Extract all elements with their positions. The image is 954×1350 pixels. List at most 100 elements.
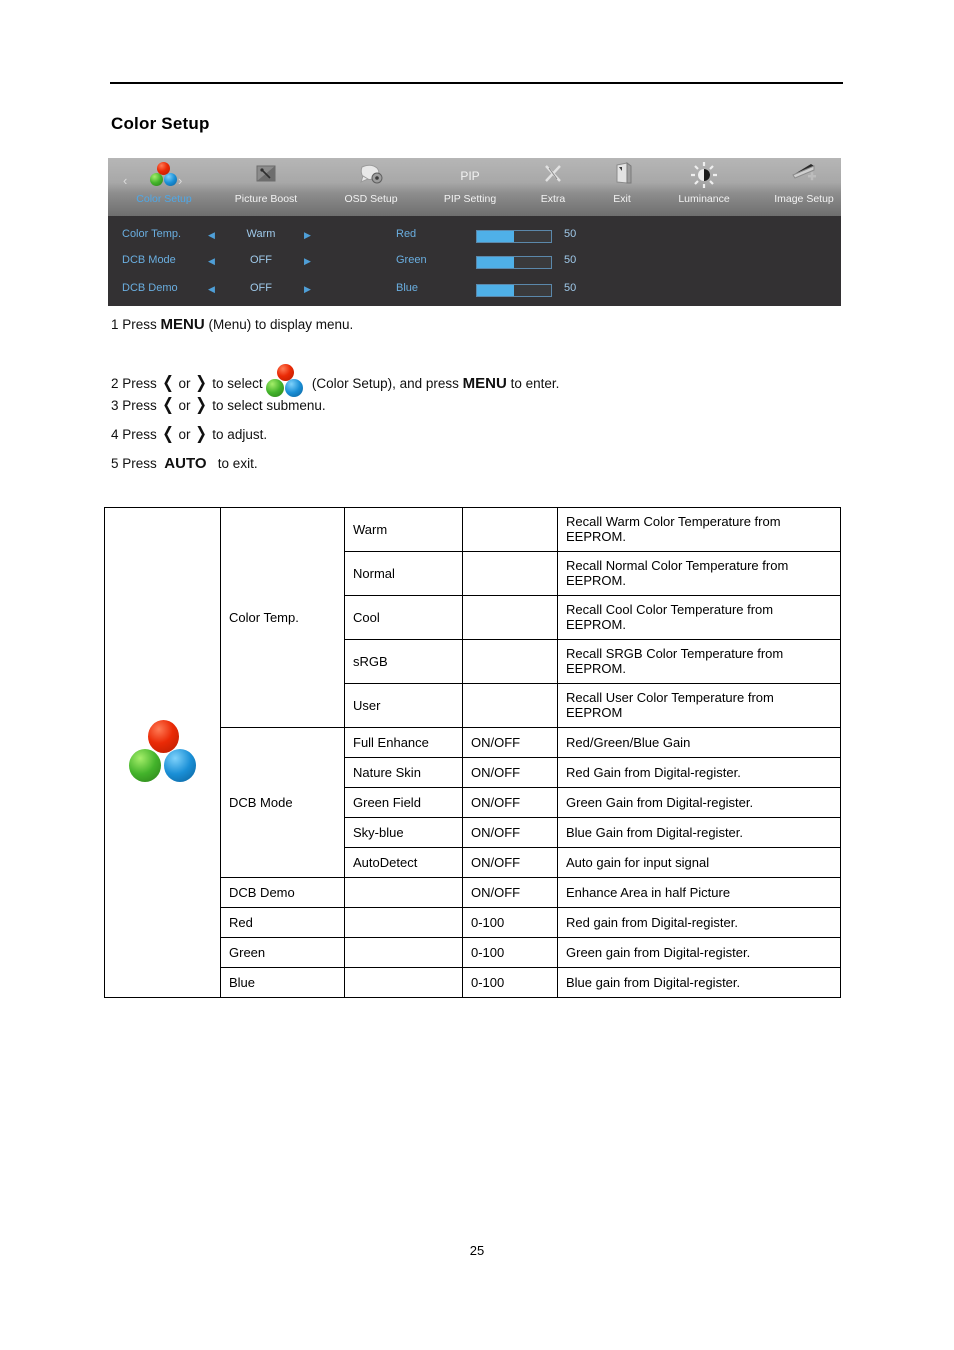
osd-tab-label: Color Setup	[136, 193, 192, 205]
table-cell-desc: Recall Warm Color Temperature from EEPRO…	[557, 507, 841, 552]
osd-slider-value-blue: 50	[564, 282, 577, 294]
osd-tab-exit[interactable]: Exit	[590, 158, 654, 216]
step3-prefix: 3 Press	[111, 398, 161, 413]
table-cell-desc: Recall Cool Color Temperature from EEPRO…	[557, 595, 841, 640]
osd-tab-label: Luminance	[678, 193, 730, 205]
instruction-step-4: 4 Press ❮ or ❯ to adjust.	[111, 426, 267, 443]
right-chevron-icon: ❯	[195, 395, 208, 415]
table-cell-range: 0-100	[462, 967, 558, 998]
table-cell-sub	[344, 907, 463, 938]
table-cell-range: ON/OFF	[462, 757, 558, 788]
osd-slider-green[interactable]	[476, 256, 552, 269]
osd-tab-extra[interactable]: Extra	[518, 158, 588, 216]
left-chevron-icon: ❮	[161, 424, 174, 444]
table-cell-desc: Blue Gain from Digital-register.	[557, 817, 841, 848]
osd-slider-red[interactable]	[476, 230, 552, 243]
header-rule	[110, 82, 843, 84]
osd-tab-label: PIP Setting	[443, 193, 497, 205]
osd-setup-icon	[326, 161, 416, 193]
osd-tab-picture-boost[interactable]: Picture Boost	[216, 158, 316, 216]
osd-row-label-blue: Blue	[396, 282, 419, 294]
left-chevron-icon: ❮	[161, 373, 174, 393]
osd-decrement-arrow-color-temp[interactable]: ◀	[208, 230, 215, 240]
color-balls-icon	[266, 364, 304, 399]
step3-rest: to select submenu.	[208, 398, 326, 413]
table-cell-desc: Red Gain from Digital-register.	[557, 757, 841, 788]
osd-tab-image-setup[interactable]: Image Setup	[754, 158, 854, 216]
table-cell-group: Color Temp.	[220, 507, 345, 728]
osd-increment-arrow-dcb-demo[interactable]: ▶	[304, 284, 311, 294]
table-row: Color Temp. Warm Recall Warm Color Tempe…	[104, 507, 841, 998]
table-cell-range: ON/OFF	[462, 727, 558, 758]
table-cell-range	[462, 507, 558, 552]
step2-key: MENU	[462, 375, 507, 392]
pip-icon-text: PIP	[460, 169, 480, 183]
osd-increment-arrow-color-temp[interactable]: ▶	[304, 230, 311, 240]
osd-decrement-arrow-dcb-demo[interactable]: ◀	[208, 284, 215, 294]
table-cell-sub	[344, 937, 463, 968]
step1-key: MENU	[160, 316, 205, 333]
table-cell-sub	[344, 877, 463, 908]
instruction-step-5: 5 Press AUTO to exit.	[111, 455, 258, 472]
step2-prefix: 2 Press	[111, 376, 161, 391]
osd-row-value-color-temp: Warm	[246, 228, 276, 240]
color-setup-spec-table: Color Temp. Warm Recall Warm Color Tempe…	[104, 507, 841, 998]
table-cell-sub: AutoDetect	[344, 847, 463, 878]
osd-row-label-red: Red	[396, 228, 417, 240]
step1-prefix: 1 Press	[111, 317, 161, 332]
step4-prefix: 4 Press	[111, 427, 161, 442]
picture-boost-icon	[216, 161, 316, 193]
color-balls-icon	[128, 720, 197, 784]
osd-tab-label: Picture Boost	[234, 193, 298, 205]
color-setup-icon-cell	[104, 507, 221, 998]
table-cell-sub: sRGB	[344, 639, 463, 684]
pip-icon: PIP	[426, 161, 514, 193]
table-cell-range	[462, 639, 558, 684]
osd-tab-osd-setup[interactable]: OSD Setup	[326, 158, 416, 216]
table-cell-sub	[344, 967, 463, 998]
table-cell-desc: Recall User Color Temperature from EEPRO…	[557, 683, 841, 728]
brightness-sun-icon	[656, 161, 752, 193]
color-balls-icon	[120, 161, 208, 193]
table-cell-sub: Green Field	[344, 787, 463, 818]
osd-row-value-dcb-demo: OFF	[250, 282, 272, 294]
osd-tab-label: Image Setup	[774, 193, 834, 205]
osd-tab-luminance[interactable]: Luminance	[656, 158, 752, 216]
table-cell-desc: Recall Normal Color Temperature from EEP…	[557, 551, 841, 596]
left-chevron-icon: ❮	[161, 395, 174, 415]
table-cell-sub: Full Enhance	[344, 727, 463, 758]
table-cell-sub: Warm	[344, 507, 463, 552]
table-cell-range: 0-100	[462, 907, 558, 938]
table-cell-desc: Blue gain from Digital-register.	[557, 967, 841, 998]
osd-tab-label: Extra	[540, 193, 566, 205]
osd-tab-pip-setting[interactable]: PIP PIP Setting	[426, 158, 514, 216]
instruction-step-2: 2 Press ❮ or ❯ to select (Color Setup), …	[111, 364, 559, 399]
step4-rest: to adjust.	[208, 427, 268, 442]
table-cell-group: Green	[220, 937, 345, 968]
exit-door-icon	[590, 161, 654, 193]
table-cell-desc: Green Gain from Digital-register.	[557, 787, 841, 818]
osd-increment-arrow-dcb-mode[interactable]: ▶	[304, 256, 311, 266]
page-title: Color Setup	[111, 114, 210, 133]
table-cell-sub: User	[344, 683, 463, 728]
table-cell-desc: Red/Green/Blue Gain	[557, 727, 841, 758]
osd-tab-color-setup[interactable]: Color Setup	[120, 158, 208, 216]
osd-row-label-dcb-mode: DCB Mode	[122, 254, 176, 266]
table-cell-range	[462, 683, 558, 728]
image-setup-icon	[754, 161, 854, 193]
table-cell-sub: Nature Skin	[344, 757, 463, 788]
right-chevron-icon: ❯	[195, 424, 208, 444]
step1-rest: (Menu) to display menu.	[204, 317, 354, 332]
table-cell-sub: Cool	[344, 595, 463, 640]
osd-row-label-green: Green	[396, 254, 427, 266]
osd-row-label-color-temp: Color Temp.	[122, 228, 182, 240]
osd-decrement-arrow-dcb-mode[interactable]: ◀	[208, 256, 215, 266]
step2-mid: to select	[208, 376, 267, 391]
step5-rest: to exit.	[214, 456, 258, 471]
step3-or: or	[174, 398, 195, 413]
osd-menu-screenshot: ‹ › Color Setup Picture Boost OSD Setup …	[108, 158, 841, 306]
step5-key: AUTO	[164, 455, 207, 472]
table-cell-desc: Red gain from Digital-register.	[557, 907, 841, 938]
osd-slider-blue[interactable]	[476, 284, 552, 297]
osd-tab-label: Exit	[613, 193, 631, 205]
